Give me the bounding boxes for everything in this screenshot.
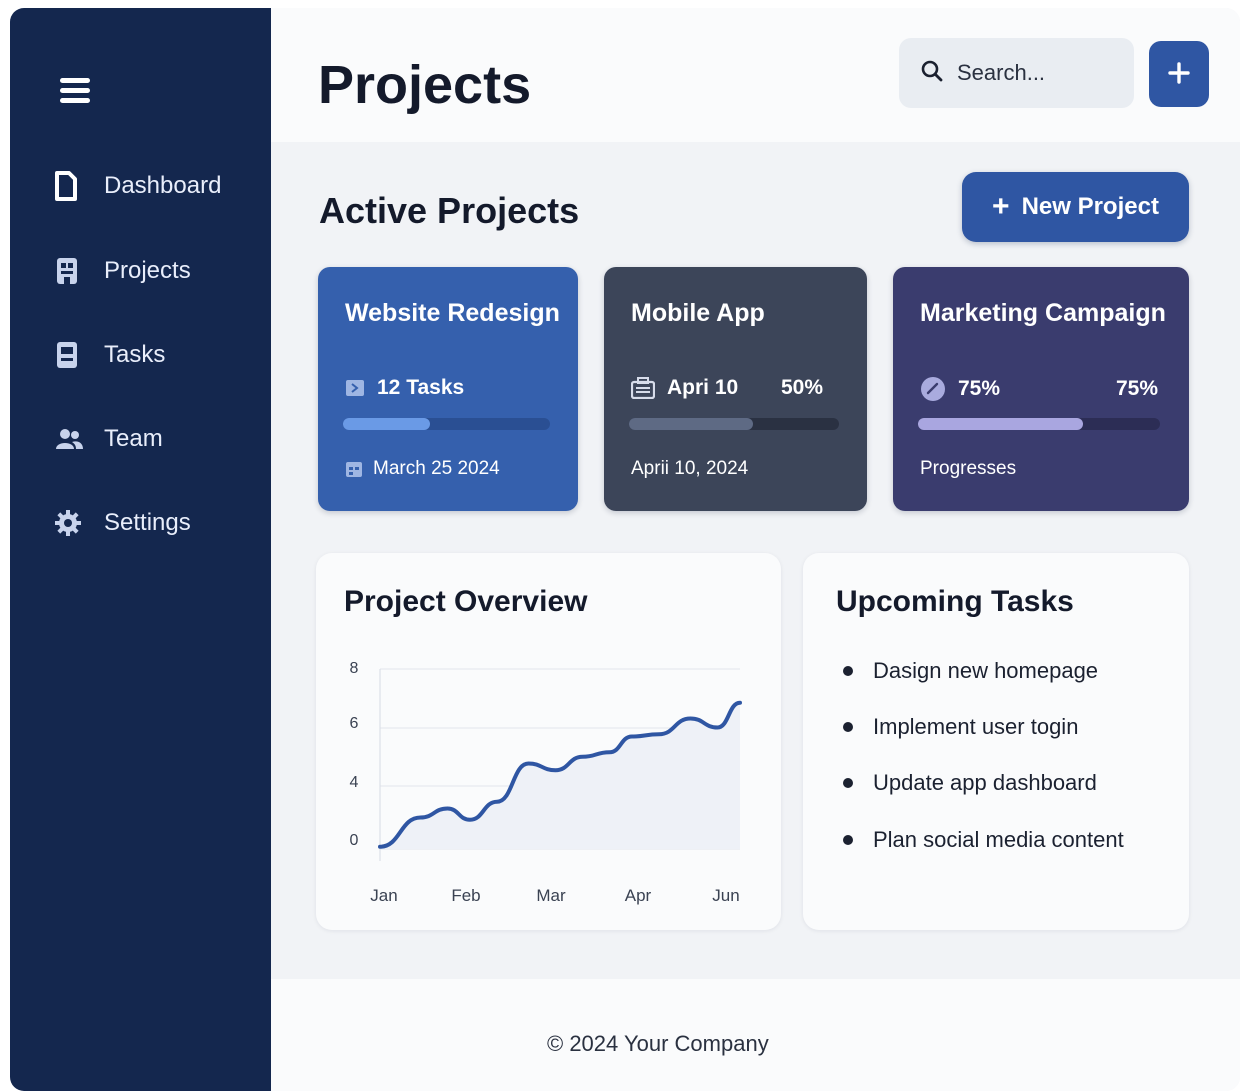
bullet	[843, 722, 853, 732]
sidebar-item-label: Team	[104, 425, 163, 452]
sidebar-item-label: Tasks	[104, 341, 166, 368]
x-tick-label: Jan	[370, 886, 397, 905]
card-meta-row: Apri 10 50%	[631, 376, 823, 400]
search-icon	[921, 60, 943, 87]
app-window: Dashboard Projects Tasks Team Settings P…	[10, 8, 1240, 1091]
project-overview-panel: Project Overview 8 6 4 0 Jan Feb Mar Apr Jun	[316, 553, 781, 930]
task-icon	[345, 378, 365, 398]
project-card-website-redesign[interactable]: Website Redesign 12 Tasks March 25 2024	[318, 267, 578, 511]
y-tick-label: 8	[350, 660, 359, 677]
panel-title: Upcoming Tasks	[836, 585, 1074, 618]
card-footer: Aprii 10, 2024	[631, 458, 748, 480]
plus-icon: +	[992, 190, 1010, 223]
tasks-icon	[54, 340, 86, 370]
document-icon	[54, 171, 86, 201]
card-value: 75%	[1115, 377, 1158, 400]
team-icon	[54, 424, 86, 454]
line-chart: 8 6 4 0 Jan Feb Mar Apr Jun	[350, 660, 742, 905]
sidebar-item-tasks[interactable]: Tasks	[54, 333, 254, 377]
sidebar-item-label: Projects	[104, 257, 191, 284]
projects-icon	[54, 256, 86, 286]
top-bar: Projects	[271, 8, 1240, 142]
card-footer: Progresses	[920, 458, 1016, 480]
gear-icon	[54, 508, 86, 538]
add-button[interactable]	[1149, 41, 1209, 107]
copyright-text: © 2024 Your Company	[547, 1031, 769, 1056]
sidebar-item-dashboard[interactable]: Dashboard	[54, 164, 254, 208]
card-footer: March 25 2024	[345, 458, 500, 480]
progress-bar	[629, 418, 839, 430]
bullet	[843, 835, 853, 845]
task-label: Plan social media content	[873, 827, 1124, 852]
y-tick-label: 6	[350, 715, 359, 732]
list-item[interactable]: Dasign new homepage	[843, 658, 1098, 684]
search-input[interactable]	[957, 60, 1117, 86]
card-meta: 12 Tasks	[377, 376, 465, 399]
progress-bar	[343, 418, 550, 430]
page-footer: © 2024 Your Company	[271, 979, 1240, 1091]
page-title: Projects	[318, 55, 532, 115]
x-tick-label: Feb	[451, 886, 480, 905]
card-meta-row: 75% 75%	[920, 376, 1158, 402]
search-box[interactable]	[899, 38, 1134, 108]
card-meta: Apri 10	[667, 376, 739, 399]
progress-fill	[629, 418, 753, 430]
card-meta: 75%	[958, 377, 1001, 400]
sidebar-item-label: Dashboard	[104, 172, 222, 199]
check-circle-icon	[920, 376, 946, 402]
progress-bar	[918, 418, 1160, 430]
card-value: 50%	[780, 376, 823, 399]
list-item[interactable]: Update app dashboard	[843, 770, 1097, 796]
project-card-marketing-campaign[interactable]: Marketing Campaign 75% 75% Progresses	[893, 267, 1189, 511]
x-tick-label: Mar	[536, 886, 566, 905]
card-meta-row: 12 Tasks	[345, 376, 550, 400]
task-label: Dasign new homepage	[873, 658, 1099, 683]
new-project-label: New Project	[1021, 193, 1159, 220]
main-content: Projects Active Projects + New Project W…	[271, 8, 1240, 1091]
sidebar-item-settings[interactable]: Settings	[54, 501, 254, 545]
list-item[interactable]: Plan social media content	[843, 827, 1124, 853]
calendar-icon	[345, 460, 363, 478]
progress-fill	[343, 418, 430, 430]
card-title: Marketing Campaign	[920, 299, 1166, 327]
list-item[interactable]: Implement user togin	[843, 714, 1078, 740]
area-fill	[380, 702, 740, 849]
card-footer-label: Progresses	[920, 458, 1017, 479]
sidebar-item-projects[interactable]: Projects	[54, 249, 254, 293]
progress-fill	[918, 418, 1083, 430]
card-date: Aprii 10, 2024	[631, 458, 749, 479]
plus-icon	[1168, 61, 1190, 87]
y-tick-label: 4	[350, 774, 359, 791]
card-title: Mobile App	[631, 299, 765, 327]
briefcase-icon	[631, 377, 655, 399]
task-label: Implement user togin	[873, 714, 1079, 739]
upcoming-tasks-panel: Upcoming Tasks Dasign new homepage Imple…	[803, 553, 1189, 930]
new-project-button[interactable]: + New Project	[962, 172, 1189, 242]
project-card-mobile-app[interactable]: Mobile App Apri 10 50% Aprii 10, 2024	[604, 267, 867, 511]
card-title: Website Redesign	[345, 299, 560, 327]
task-label: Update app dashboard	[873, 770, 1097, 795]
sidebar: Dashboard Projects Tasks Team Settings	[10, 8, 271, 1091]
x-tick-label: Jun	[712, 886, 739, 905]
x-tick-label: Apr	[625, 886, 652, 905]
section-title: Active Projects	[319, 190, 580, 231]
sidebar-item-team[interactable]: Team	[54, 417, 254, 461]
card-date: March 25 2024	[373, 458, 500, 479]
bullet	[843, 666, 853, 676]
y-tick-label: 0	[350, 832, 359, 849]
sidebar-item-label: Settings	[104, 509, 191, 536]
hamburger-menu-icon[interactable]	[58, 74, 92, 108]
bullet	[843, 778, 853, 788]
